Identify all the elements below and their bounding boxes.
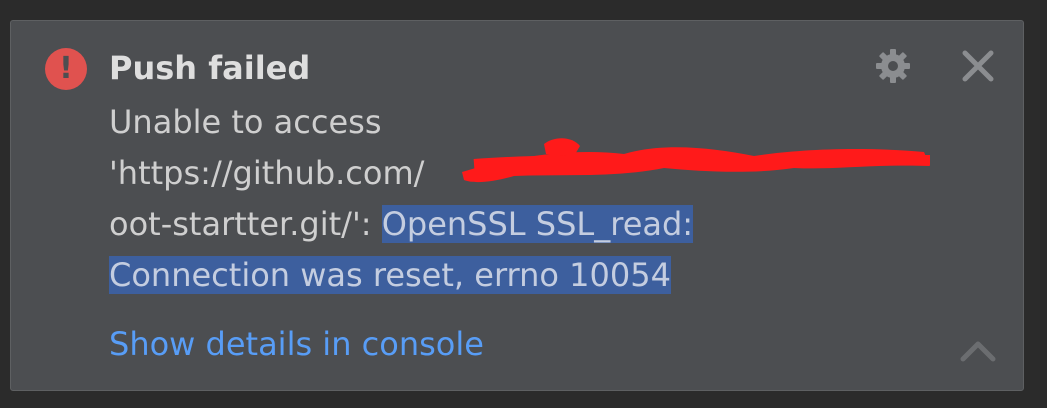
notification-message: Unable to access 'https://github.com/ oo…	[109, 97, 694, 301]
notification-title: Push failed	[109, 49, 311, 87]
push-failed-notification: ! Push failed Unable to access 'https://…	[10, 20, 1024, 391]
message-line: oot-startter.git/': OpenSSL SSL_read:	[109, 199, 694, 250]
message-line: Connection was reset, errno 10054	[109, 250, 693, 301]
gear-icon[interactable]	[873, 46, 913, 86]
close-icon[interactable]	[959, 47, 997, 85]
show-details-link[interactable]: Show details in console	[109, 321, 484, 367]
redaction-scribble	[462, 138, 931, 183]
error-icon: !	[45, 48, 87, 90]
selected-text: OpenSSL SSL_read:	[381, 205, 694, 243]
selected-text: Connection was reset, errno 10054	[109, 256, 671, 294]
chevron-up-icon[interactable]	[959, 333, 997, 367]
message-text: oot-startter.git/':	[109, 205, 382, 243]
